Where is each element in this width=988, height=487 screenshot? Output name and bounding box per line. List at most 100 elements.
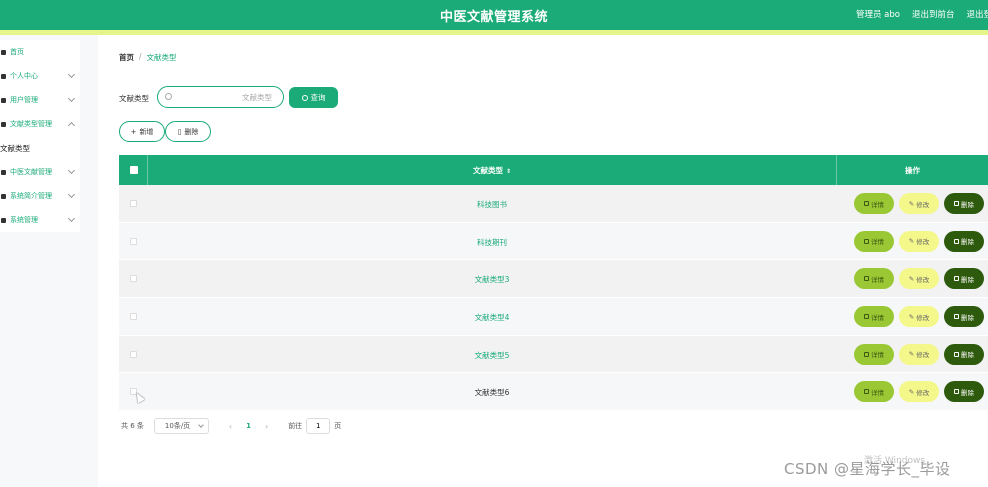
search-label: 文献类型 bbox=[119, 94, 149, 103]
sidebar-item-system-intro[interactable]: 系统简介管理 bbox=[0, 184, 80, 208]
breadcrumb-separator: / bbox=[139, 52, 142, 61]
detail-button-label: 详情 bbox=[871, 275, 884, 284]
sidebar-item-profile[interactable]: 个人中心 bbox=[0, 64, 80, 88]
logout-link[interactable]: 退出登 bbox=[966, 8, 988, 20]
goto-page-input[interactable] bbox=[306, 418, 331, 434]
search-input[interactable] bbox=[178, 89, 278, 105]
sort-icon[interactable]: ⇕ bbox=[506, 168, 511, 175]
table-row: 文献类型4 详情 ✎ 修改 删除 bbox=[119, 298, 988, 336]
detail-button[interactable]: 详情 bbox=[854, 306, 894, 328]
delete-button-label: 删除 bbox=[961, 313, 974, 322]
search-icon bbox=[301, 94, 308, 101]
row-checkbox[interactable] bbox=[130, 237, 137, 245]
prev-page-icon[interactable]: ‹ bbox=[229, 422, 232, 431]
edit-button-label: 修改 bbox=[916, 313, 930, 322]
info-icon bbox=[1, 193, 6, 199]
search-icon bbox=[165, 93, 172, 100]
chevron-down-icon bbox=[67, 214, 76, 223]
table-row: 文献类型5 详情 ✎ 修改 删除 bbox=[119, 335, 988, 374]
edit-button[interactable]: ✎ 修改 bbox=[899, 230, 939, 252]
query-button[interactable]: 查询 bbox=[289, 87, 338, 108]
pencil-icon: ✎ bbox=[908, 274, 915, 283]
next-page-icon[interactable]: › bbox=[265, 422, 268, 431]
detail-button[interactable]: 详情 bbox=[854, 343, 894, 365]
edit-button[interactable]: ✎ 修改 bbox=[899, 306, 939, 328]
edit-button[interactable]: ✎ 修改 bbox=[899, 381, 939, 403]
user-icon bbox=[1, 73, 6, 79]
sidebar-item-label: 文献类型 bbox=[0, 143, 30, 153]
delete-button[interactable]: 删除 bbox=[944, 306, 984, 328]
page-size-select[interactable]: 10条/页 bbox=[153, 418, 209, 434]
cell-literature-type: 文献类型3 bbox=[474, 275, 510, 285]
delete-button-label: 删除 bbox=[961, 275, 974, 284]
batch-delete-button[interactable]: ▯ 删除 bbox=[165, 121, 211, 142]
breadcrumb-home[interactable]: 首页 bbox=[119, 52, 134, 63]
sidebar-item-literature-type-mgmt[interactable]: 文献类型管理 bbox=[0, 112, 80, 136]
search-field[interactable] bbox=[157, 86, 284, 108]
row-checkbox[interactable] bbox=[130, 350, 137, 358]
pencil-icon: ✎ bbox=[908, 387, 915, 396]
row-actions: 详情 ✎ 修改 删除 bbox=[854, 343, 984, 365]
edit-button[interactable]: ✎ 修改 bbox=[899, 343, 939, 365]
chevron-up-icon bbox=[67, 121, 76, 130]
column-header-operation: 操作 bbox=[905, 166, 920, 175]
top-header: 中医文献管理系统 管理员 abo 退出到前台 退出登 bbox=[0, 0, 988, 35]
row-actions: 详情 ✎ 修改 删除 bbox=[854, 306, 984, 328]
delete-button[interactable]: 删除 bbox=[944, 230, 984, 252]
detail-button-label: 详情 bbox=[871, 388, 884, 397]
sidebar-item-tcm-literature[interactable]: 中医文献管理 bbox=[0, 160, 80, 184]
cell-literature-type: 科技图书 bbox=[477, 200, 507, 209]
sidebar-item-users[interactable]: 用户管理 bbox=[0, 88, 80, 112]
page-number[interactable]: 1 bbox=[246, 422, 251, 430]
edit-button[interactable]: ✎ 修改 bbox=[899, 193, 939, 214]
row-actions: 详情 ✎ 修改 删除 bbox=[854, 230, 984, 252]
chevron-down-icon bbox=[67, 190, 76, 199]
detail-button[interactable]: 详情 bbox=[854, 268, 894, 290]
document-icon bbox=[864, 201, 869, 206]
row-checkbox[interactable] bbox=[130, 313, 137, 321]
detail-button[interactable]: 详情 bbox=[854, 193, 894, 214]
table-row: 文献类型6 详情 ✎ 修改 删除 bbox=[119, 373, 988, 412]
sidebar-item-label: 系统管理 bbox=[10, 216, 38, 224]
pencil-icon: ✎ bbox=[908, 199, 915, 208]
delete-button[interactable]: 删除 bbox=[944, 381, 984, 403]
row-checkbox[interactable] bbox=[130, 200, 137, 207]
delete-button-label: 删除 bbox=[961, 238, 974, 247]
trash-icon bbox=[954, 314, 959, 320]
page-suffix: 页 bbox=[334, 422, 342, 430]
trash-icon: ▯ bbox=[177, 127, 182, 136]
column-header-type[interactable]: 文献类型 ⇕ bbox=[148, 165, 836, 176]
sidebar-subitem-literature-type[interactable]: 文献类型 bbox=[0, 136, 80, 160]
detail-button-label: 详情 bbox=[871, 200, 884, 209]
delete-button[interactable]: 删除 bbox=[944, 193, 984, 214]
trash-icon bbox=[954, 389, 959, 395]
detail-button[interactable]: 详情 bbox=[854, 230, 894, 252]
page-size-value: 10条/页 bbox=[164, 422, 191, 430]
detail-button[interactable]: 详情 bbox=[854, 381, 894, 403]
sidebar-item-label: 用户管理 bbox=[10, 96, 38, 104]
header-links: 管理员 abo 退出到前台 退出登 bbox=[856, 8, 988, 20]
breadcrumb-current: 文献类型 bbox=[146, 53, 177, 62]
back-to-frontend-link[interactable]: 退出到前台 bbox=[912, 8, 955, 20]
delete-button-label: 删除 bbox=[961, 388, 974, 397]
select-all-checkbox[interactable] bbox=[130, 166, 138, 174]
row-checkbox[interactable] bbox=[130, 275, 137, 283]
edit-button-label: 修改 bbox=[916, 388, 930, 397]
book-icon bbox=[1, 169, 6, 175]
sidebar-item-system[interactable]: 系统管理 bbox=[0, 208, 80, 232]
sidebar: 首页 个人中心 用户管理 文献类型管理 文献类型 中医文献管理 系统简介管理 系… bbox=[0, 40, 80, 232]
delete-button-label: 删除 bbox=[184, 127, 199, 136]
sidebar-item-home[interactable]: 首页 bbox=[0, 40, 80, 64]
add-button[interactable]: + 新增 bbox=[119, 121, 165, 142]
edit-button[interactable]: ✎ 修改 bbox=[899, 268, 939, 290]
detail-button-label: 详情 bbox=[871, 351, 884, 360]
cell-literature-type: 文献类型6 bbox=[474, 388, 510, 398]
row-actions: 详情 ✎ 修改 删除 bbox=[854, 193, 984, 214]
delete-button-label: 删除 bbox=[961, 200, 974, 209]
edit-button-label: 修改 bbox=[916, 275, 930, 284]
delete-button[interactable]: 删除 bbox=[944, 343, 984, 365]
document-icon bbox=[864, 276, 869, 282]
delete-button[interactable]: 删除 bbox=[944, 268, 984, 290]
home-icon bbox=[1, 49, 6, 55]
watermark: CSDN @星海学长_毕设 bbox=[784, 460, 951, 478]
